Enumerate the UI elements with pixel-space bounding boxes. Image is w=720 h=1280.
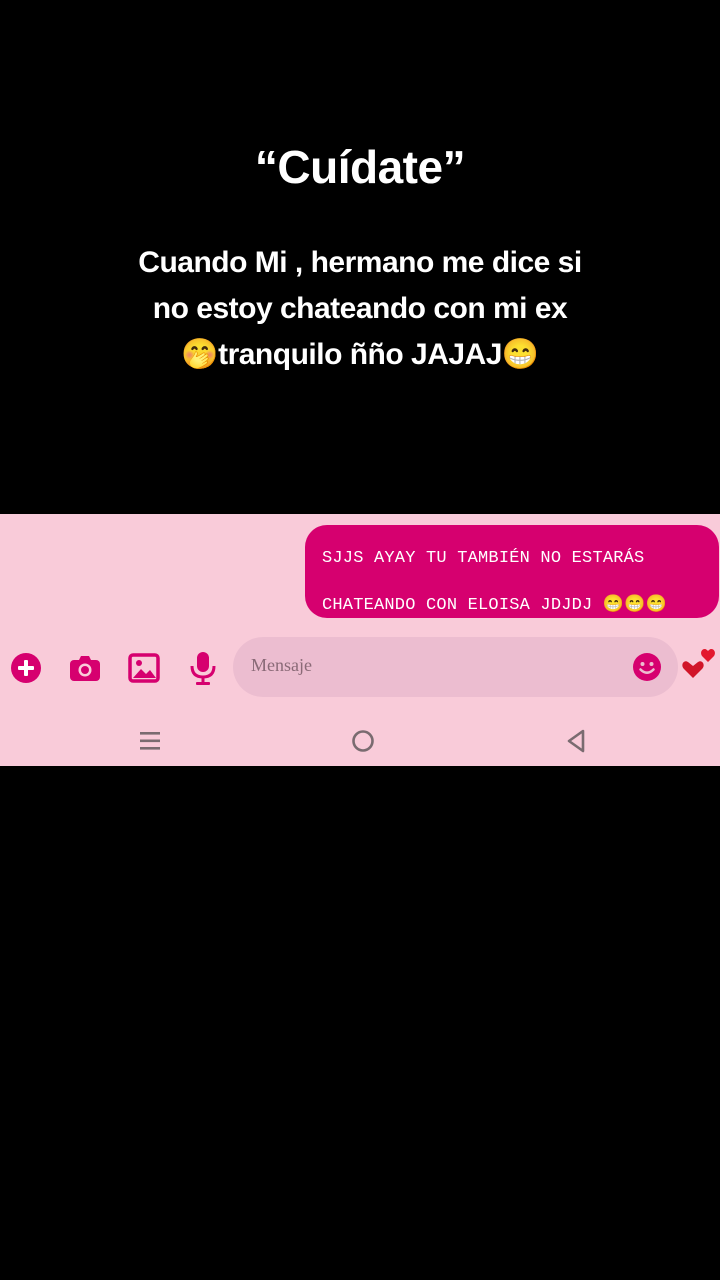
message-placeholder: Mensaje (251, 655, 312, 675)
chat-panel: SJJS AYAY TU TAMBIÉN NO ESTARÁS CHATEAND… (0, 514, 720, 766)
home-icon[interactable] (349, 727, 377, 755)
caption-line-2: no estoy chateando con mi ex (152, 292, 568, 325)
message-line-2: CHATEANDO CON ELOISA JDJDJ 😁😁😁 (322, 596, 667, 615)
overlay-caption: Cuando Mi , hermano me dice si no estoy … (110, 240, 610, 378)
caption-line-1: Cuando Mi , hermano me dice si (138, 246, 582, 279)
caption-line-3: 🤭tranquilo ñño JAJAJ😁 (181, 338, 539, 371)
gallery-icon[interactable] (125, 649, 163, 687)
back-icon[interactable] (562, 727, 590, 755)
sent-message-bubble[interactable]: SJJS AYAY TU TAMBIÉN NO ESTARÁS CHATEAND… (305, 525, 719, 618)
emoji-icon[interactable] (632, 652, 662, 682)
camera-icon[interactable] (66, 649, 104, 687)
microphone-icon[interactable] (184, 649, 222, 687)
plus-icon[interactable] (7, 649, 45, 687)
menu-icon[interactable] (136, 727, 164, 755)
overlay-title: “Cuídate” (254, 141, 466, 193)
hearts-icon[interactable] (682, 648, 720, 688)
message-line-1: SJJS AYAY TU TAMBIÉN NO ESTARÁS (322, 549, 645, 568)
message-input[interactable]: Mensaje (233, 637, 678, 697)
